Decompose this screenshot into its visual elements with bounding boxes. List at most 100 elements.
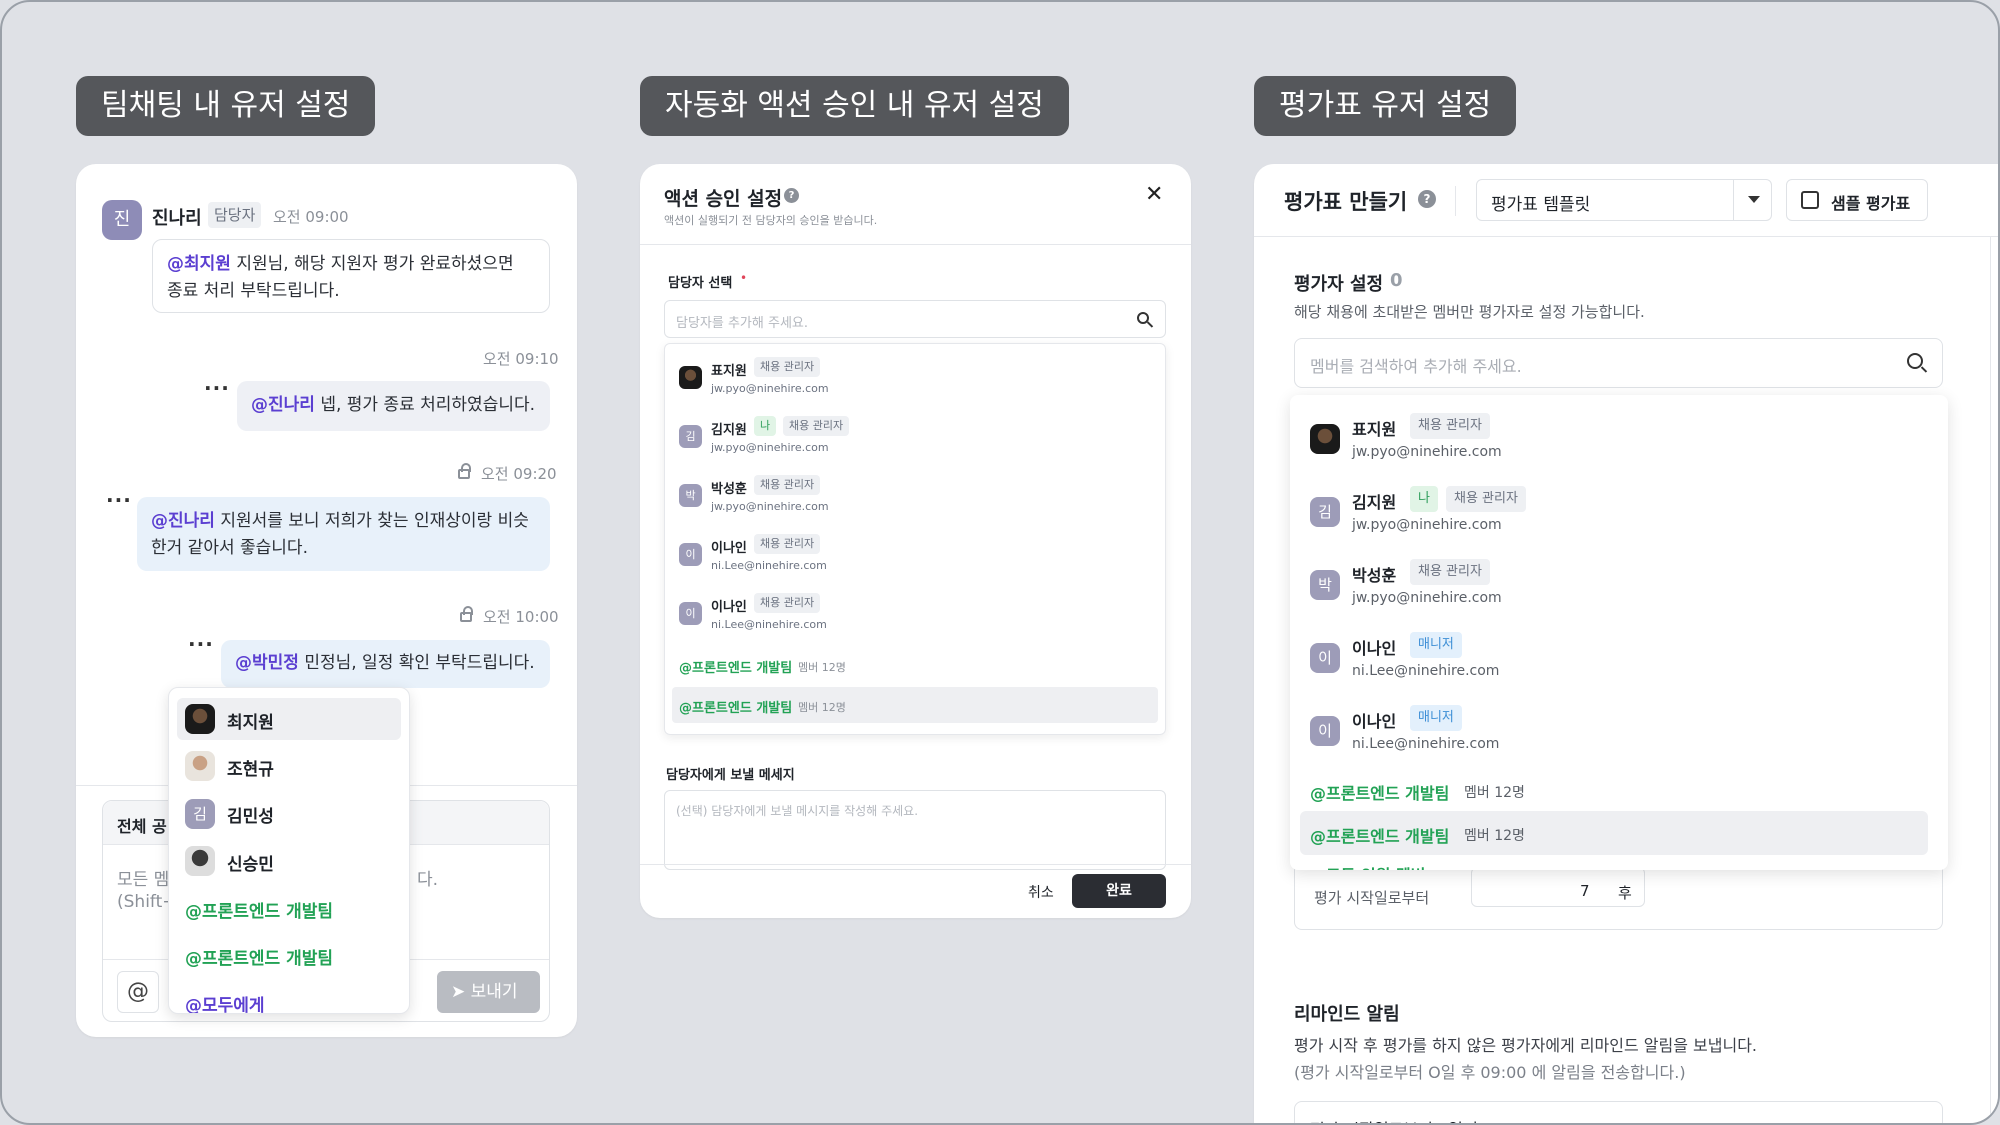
divider: [1733, 180, 1734, 220]
role-badge: 채용 관리자: [1446, 486, 1526, 512]
user-name[interactable]: 김지원: [711, 419, 747, 438]
action-approval-modal: 액션 승인 설정 ? 액션이 실행되기 전 담당자의 승인을 받습니다. ✕ 담…: [640, 164, 1191, 918]
confirm-button[interactable]: 완료: [1072, 874, 1166, 908]
field-label: 담당자 선택: [668, 276, 733, 291]
mention-option[interactable]: 신승민: [227, 850, 274, 875]
avatar: 김: [679, 425, 702, 448]
template-select[interactable]: 평가표 템플릿: [1476, 179, 1772, 221]
team-member-count: 멤버 12명: [1464, 785, 1525, 801]
chat-message: @진나리 넵, 평가 종료 처리하였습니다.: [237, 381, 550, 431]
mention-option[interactable]: 최지원: [227, 708, 274, 733]
textarea-placeholder: (선택) 담당자에게 보낼 메시지를 작성해 주세요.: [676, 804, 919, 818]
schedule-label: 평가 시작일로부터: [1314, 889, 1430, 907]
message-textarea[interactable]: (선택) 담당자에게 보낼 메시지를 작성해 주세요.: [664, 790, 1166, 870]
preview-icon: [1801, 191, 1819, 209]
user-email: jw.pyo@ninehire.com: [711, 500, 829, 513]
reminder-select[interactable]: 평가 시작일로부터 3일 후: [1294, 1101, 1943, 1123]
field-label: 담당자에게 보낼 메세지: [666, 768, 795, 783]
team-member-count: 멤버 12명: [798, 661, 846, 674]
cancel-button[interactable]: 취소: [1028, 882, 1054, 902]
search-placeholder: 담당자를 추가해 주세요.: [676, 316, 808, 331]
avatar: 이: [679, 543, 702, 566]
help-icon[interactable]: ?: [1418, 190, 1436, 208]
section-label-team-chat: 팀채팅 내 유저 설정: [76, 76, 376, 136]
team-option[interactable]: @모든 인원 멤버: [1310, 862, 1425, 870]
sample-evaluation-button[interactable]: 샘플 평가표: [1786, 179, 1928, 221]
user-name[interactable]: 이나인: [711, 537, 747, 556]
evaluator-count: 0: [1390, 270, 1403, 291]
assignee-search-input[interactable]: 담당자를 추가해 주세요.: [664, 300, 1166, 338]
team-option[interactable]: @프론트엔드 개발팀: [1310, 823, 1449, 847]
send-button[interactable]: ➤ 보내기: [437, 971, 540, 1013]
message-text: 종료 처리 부탁드립니다.: [167, 281, 340, 301]
mention-tag[interactable]: @진나리: [151, 511, 215, 531]
member-search-input[interactable]: 멤버를 검색하여 추가해 주세요.: [1294, 338, 1943, 388]
avatar: [185, 704, 215, 734]
assignee-dropdown: 표지원 채용 관리자 jw.pyo@ninehire.com 김 김지원 나 채…: [664, 343, 1166, 735]
chat-message: @최지원 지원님, 해당 지원자 평가 완료하셨으면 종료 처리 부탁드립니다.: [152, 239, 550, 313]
composer-label: 전체 공: [117, 817, 167, 836]
mention-tag[interactable]: @박민정: [235, 653, 299, 673]
message-time: 오전 09:20: [481, 465, 557, 483]
more-options-icon[interactable]: ···: [204, 376, 230, 400]
user-email: ni.Lee@ninehire.com: [711, 559, 827, 572]
mention-button[interactable]: @: [117, 971, 159, 1013]
close-icon[interactable]: ✕: [1145, 182, 1163, 207]
user-name[interactable]: 박성훈: [1352, 562, 1396, 586]
mention-all-option[interactable]: @모두에게: [185, 991, 265, 1013]
team-member-count: 멤버 12명: [1464, 828, 1525, 844]
send-icon: ➤: [451, 982, 466, 1002]
days-input[interactable]: 7 후: [1471, 867, 1645, 907]
reminder-select-value: 평가 시작일로부터 3일 후: [1310, 1116, 1483, 1123]
user-email: ni.Lee@ninehire.com: [711, 618, 827, 631]
modal-subtitle: 액션이 실행되기 전 담당자의 승인을 받습니다.: [664, 214, 878, 227]
team-option[interactable]: @프론트엔드 개발팀: [679, 657, 792, 676]
mention-option[interactable]: 조현규: [227, 755, 274, 780]
section-label: 리마인드 알림: [1294, 1004, 1400, 1025]
message-time: 오전 09:00: [273, 208, 349, 226]
me-badge: 나: [1410, 486, 1438, 512]
help-icon[interactable]: ?: [784, 188, 799, 203]
member-dropdown: 표지원 채용 관리자 jw.pyo@ninehire.com 김 김지원 나 채…: [1290, 395, 1948, 870]
mention-tag[interactable]: @진나리: [251, 395, 315, 415]
user-email: jw.pyo@ninehire.com: [1352, 590, 1502, 606]
user-name[interactable]: 이나인: [1352, 635, 1396, 659]
role-badge: 채용 관리자: [1410, 413, 1490, 439]
mention-dropdown: 최지원 조현규 김 김민성 신승민 @프론트엔드 개발팀 @프론트엔드 개발팀 …: [168, 687, 410, 1014]
user-name[interactable]: 이나인: [1352, 708, 1396, 732]
template-select-value: 평가표 템플릿: [1491, 195, 1591, 215]
user-name[interactable]: 표지원: [711, 360, 747, 379]
team-option[interactable]: @프론트엔드 개발팀: [1310, 780, 1449, 804]
divider: [1254, 236, 1998, 237]
avatar: 이: [679, 602, 702, 625]
avatar: 박: [679, 484, 702, 507]
mention-team-option[interactable]: @프론트엔드 개발팀: [185, 944, 333, 969]
avatar: [185, 751, 215, 781]
mention-team-option[interactable]: @프론트엔드 개발팀: [185, 897, 333, 922]
message-text: 지원님, 해당 지원자 평가 완료하셨으면: [230, 254, 514, 274]
user-name[interactable]: 이나인: [711, 596, 747, 615]
user-name[interactable]: 박성훈: [711, 478, 747, 497]
search-placeholder: 멤버를 검색하여 추가해 주세요.: [1310, 357, 1522, 376]
section-label-evaluation: 평가표 유저 설정: [1254, 76, 1517, 136]
chevron-down-icon: [1748, 196, 1760, 203]
mention-option[interactable]: 김민성: [227, 802, 274, 827]
message-text: 민정님, 일정 확인 부탁드립니다.: [298, 653, 535, 673]
lock-icon: [458, 463, 471, 479]
more-options-icon[interactable]: ···: [106, 488, 132, 512]
composer-placeholder-tail: 다.: [417, 870, 439, 890]
divider: [640, 244, 1191, 245]
team-option[interactable]: @프론트엔드 개발팀: [679, 697, 792, 716]
user-name[interactable]: 표지원: [1352, 416, 1396, 440]
avatar: 진: [102, 200, 142, 240]
section-description: 평가 시작 후 평가를 하지 않은 평가자에게 리마인드 알림을 보냅니다.: [1294, 1036, 1758, 1055]
message-text: 넵, 평가 종료 처리하였습니다.: [314, 395, 536, 415]
more-options-icon[interactable]: ···: [188, 632, 214, 656]
sender-name: 진나리: [152, 208, 202, 229]
page-title: 평가표 만들기: [1284, 190, 1408, 214]
user-name[interactable]: 김지원: [1352, 489, 1396, 513]
avatar: [679, 366, 702, 389]
mention-tag[interactable]: @최지원: [167, 254, 231, 274]
section-label-action-approval: 자동화 액션 승인 내 유저 설정: [640, 76, 1069, 136]
search-icon: [1907, 353, 1923, 369]
